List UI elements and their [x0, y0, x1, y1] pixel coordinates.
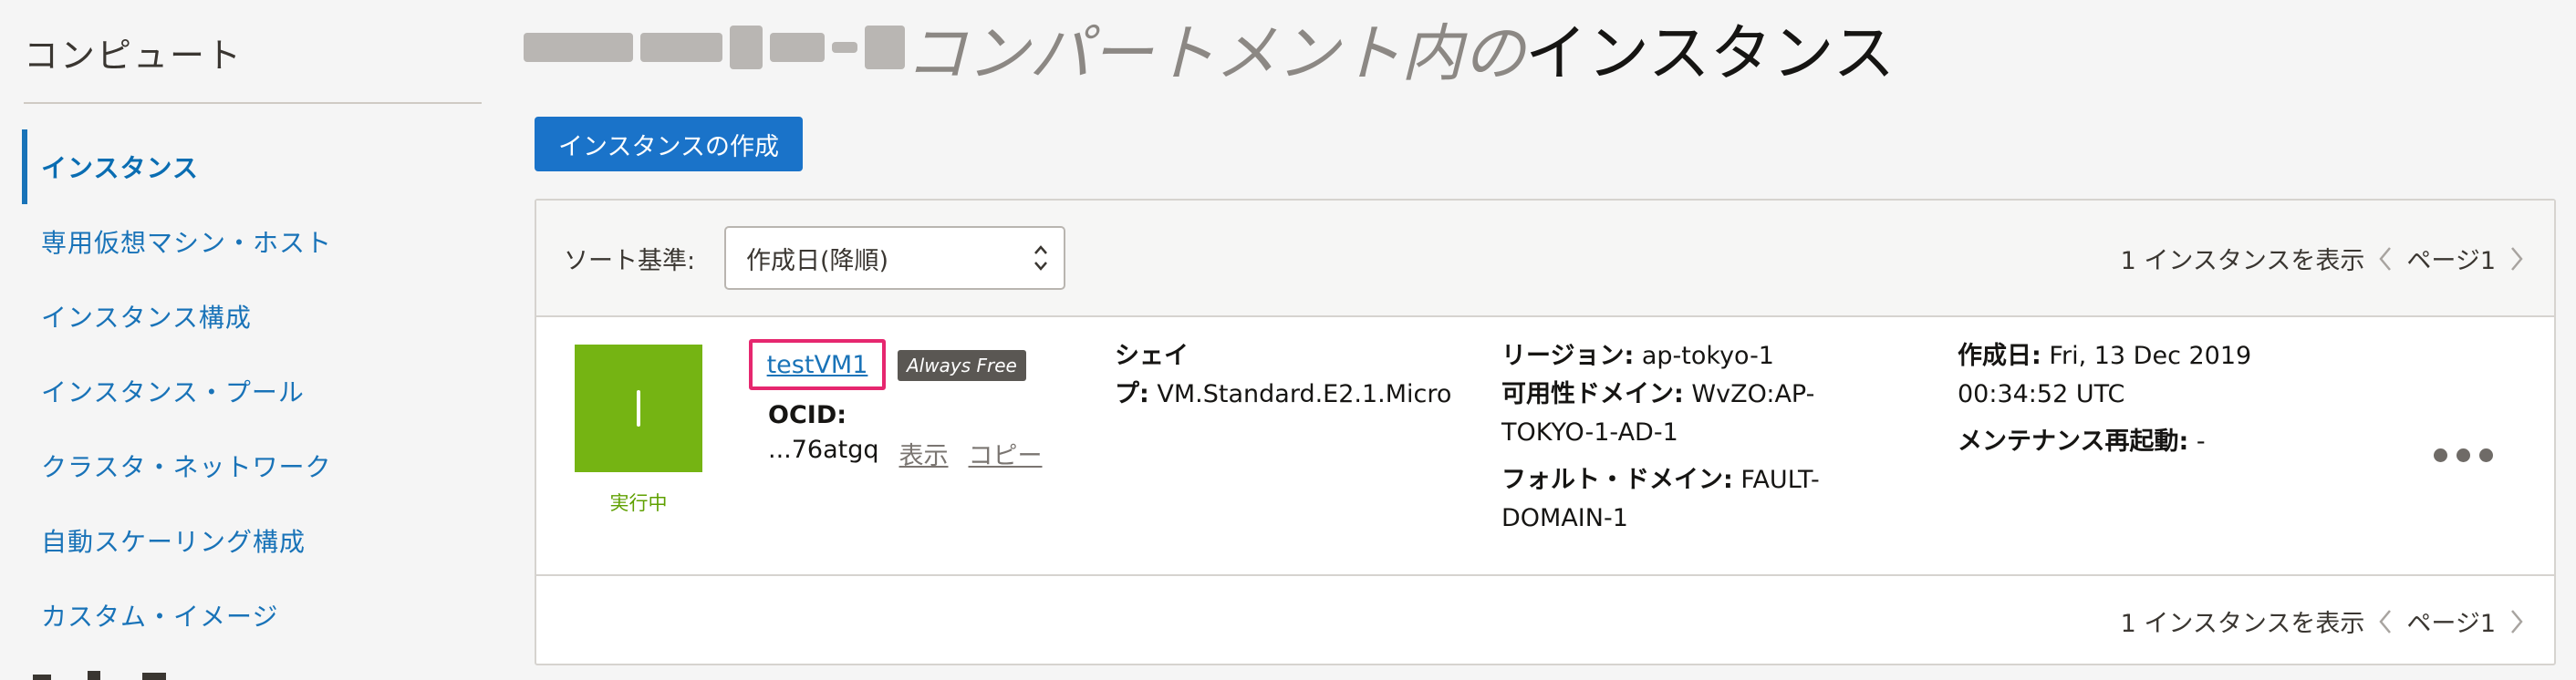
page-title: コンパートメント内の インスタンス: [524, 11, 1895, 90]
page-title-compartment: コンパートメント内の: [905, 17, 1526, 90]
chevron-right-icon[interactable]: [2507, 605, 2527, 638]
sidebar-item-instance-pools[interactable]: インスタンス・プール: [22, 354, 478, 428]
instance-status-icon: [575, 345, 702, 472]
instance-name-link[interactable]: testVM1: [767, 351, 868, 379]
blurred-compartment-name: [524, 15, 905, 79]
sidebar-item-instances[interactable]: インスタンス: [22, 129, 478, 204]
region-value: ap-tokyo-1: [1641, 342, 1774, 370]
ocid-label: OCID:: [768, 401, 847, 429]
created-value-1: Fri, 13 Dec 2019: [2049, 342, 2252, 370]
always-free-badge: Always Free: [898, 350, 1026, 381]
pager-page: ページ1: [2406, 247, 2496, 275]
sidebar-item-dedicated-vm-hosts[interactable]: 専用仮想マシン・ホスト: [22, 204, 478, 279]
sort-select-value: 作成日(降順): [746, 246, 889, 275]
sidebar: コンピュート インスタンス 専用仮想マシン・ホスト インスタンス構成 インスタン…: [0, 0, 483, 680]
sort-label: ソート基準:: [564, 247, 696, 275]
availability-domain-value-2: TOKYO-1-AD-1: [1501, 418, 1678, 447]
page-title-main: インスタンス: [1525, 17, 1896, 90]
region-label: リージョン:: [1501, 342, 1635, 370]
chevron-left-icon[interactable]: [2375, 242, 2395, 275]
instances-panel: ソート基準: 作成日(降順) 1 インスタンスを表示 ページ1 実行中 test…: [535, 199, 2556, 665]
pager-page: ページ1: [2406, 610, 2496, 638]
created-cell: 作成日: Fri, 13 Dec 2019 00:34:52 UTC メンテナン…: [1958, 337, 2251, 461]
sidebar-item-autoscaling[interactable]: 自動スケーリング構成: [22, 503, 478, 578]
instance-status-text: 実行中: [609, 492, 668, 514]
ocid-show-link[interactable]: 表示: [899, 436, 949, 471]
pager-summary: 1 インスタンスを表示: [2120, 610, 2365, 638]
sidebar-item-custom-images[interactable]: カスタム・イメージ: [22, 578, 478, 653]
more-actions-icon[interactable]: [2434, 448, 2493, 462]
created-value-2: 00:34:52 UTC: [1958, 380, 2125, 408]
sidebar-item-instance-configurations[interactable]: インスタンス構成: [22, 279, 478, 354]
ocid-row: ...76atgq 表示 コピー: [768, 436, 1043, 471]
create-instance-button[interactable]: インスタンスの作成: [535, 117, 803, 171]
pager-bottom: 1 インスタンスを表示 ページ1: [2121, 603, 2527, 639]
maintenance-reboot-value: -: [2196, 428, 2206, 456]
availability-domain-label: 可用性ドメイン:: [1501, 380, 1684, 408]
fault-domain-label: フォルト・ドメイン:: [1501, 466, 1733, 494]
pager-top: 1 インスタンスを表示 ページ1: [2121, 241, 2527, 276]
sidebar-cutoff-item: [33, 671, 166, 680]
instance-name-highlight: testVM1: [749, 339, 886, 390]
chevron-left-icon[interactable]: [2375, 605, 2395, 638]
availability-domain-value-1: WvZO:AP-: [1691, 380, 1815, 408]
select-updown-icon: [1034, 245, 1047, 271]
sidebar-divider: [24, 102, 482, 104]
chevron-right-icon[interactable]: [2507, 242, 2527, 275]
shape-cell: シェイ プ: VM.Standard.E2.1.Micro: [1115, 337, 1451, 414]
shape-value: VM.Standard.E2.1.Micro: [1157, 380, 1452, 408]
sort-select[interactable]: 作成日(降順): [724, 226, 1065, 290]
sidebar-item-cluster-networks[interactable]: クラスタ・ネットワーク: [22, 428, 478, 503]
ocid-copy-link[interactable]: コピー: [969, 436, 1043, 471]
instance-icon-glyph: [637, 390, 640, 427]
created-label: 作成日:: [1958, 342, 2041, 370]
list-toolbar: ソート基準: 作成日(降順) 1 インスタンスを表示 ページ1: [536, 201, 2554, 317]
pager-summary: 1 インスタンスを表示: [2120, 247, 2365, 275]
fault-domain-value-1: FAULT-: [1740, 466, 1820, 494]
maintenance-reboot-label: メンテナンス再起動:: [1958, 428, 2189, 456]
shape-label-line1: シェイ: [1115, 342, 1189, 370]
fault-domain-value-2: DOMAIN-1: [1501, 504, 1628, 532]
ocid-value: ...76atgq: [768, 436, 879, 464]
sidebar-title: コンピュート: [24, 36, 244, 76]
instance-row: 実行中 testVM1 Always Free OCID: ...76atgq …: [536, 317, 2554, 576]
location-cell: リージョン: ap-tokyo-1 可用性ドメイン: WvZO:AP- TOKY…: [1501, 337, 1820, 538]
shape-label-line2: プ:: [1115, 380, 1149, 408]
